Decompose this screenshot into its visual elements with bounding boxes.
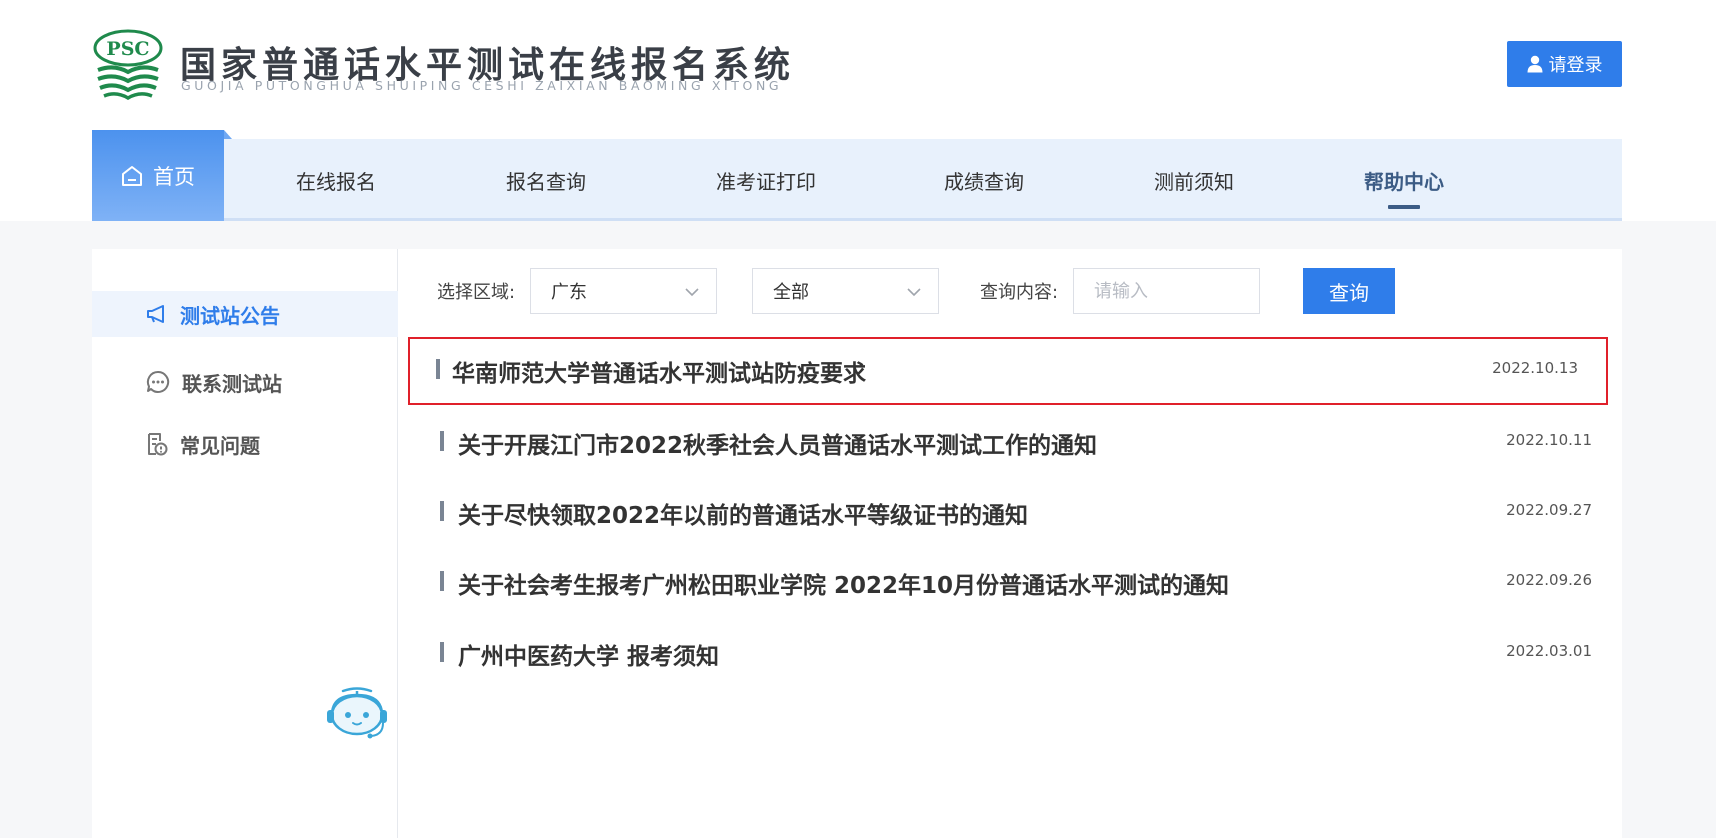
notice-item[interactable]: 华南师范大学普通话水平测试站防疫要求 2022.10.13 [408, 337, 1608, 405]
notice-item[interactable]: 广州中医药大学 报考须知 2022.03.01 [436, 620, 1604, 682]
region-label: 选择区域: [437, 282, 516, 303]
notice-item[interactable]: 关于社会考生报考广州松田职业学院 2022年10月份普通话水平测试的通知 202… [436, 549, 1604, 611]
notice-bullet [436, 359, 440, 379]
query-input[interactable] [1073, 268, 1260, 314]
nav-item-pretest-notes[interactable]: 测前须知 [1154, 139, 1234, 221]
notice-title: 关于开展江门市2022秋季社会人员普通话水平测试工作的通知 [458, 433, 1098, 459]
nav-item-online-registration[interactable]: 在线报名 [296, 139, 376, 221]
sidebar-item-label: 常见问题 [180, 433, 260, 458]
sidebar-item-label: 联系测试站 [182, 371, 282, 396]
home-icon [122, 165, 142, 186]
megaphone-icon [147, 305, 164, 323]
query-label: 查询内容: [980, 282, 1059, 303]
nav-item-score-query[interactable]: 成绩查询 [944, 139, 1024, 221]
category-select-value: 全部 [773, 282, 809, 303]
notice-bullet [440, 501, 444, 521]
region-select-value: 广东 [551, 282, 587, 303]
user-icon [1527, 55, 1542, 73]
notice-title: 广州中医药大学 报考须知 [458, 644, 720, 670]
sidebar-item-contact[interactable]: 联系测试站 [92, 359, 398, 405]
chevron-down-icon [907, 288, 921, 297]
robot-assistant-icon[interactable] [323, 685, 391, 741]
notice-bullet [440, 431, 444, 451]
region-select[interactable]: 广东 [530, 268, 717, 314]
psc-logo: PSC [93, 29, 163, 100]
notice-title: 华南师范大学普通话水平测试站防疫要求 [452, 361, 866, 387]
sidebar-item-faq[interactable]: 常见问题 [92, 421, 398, 467]
notice-date: 2022.09.27 [1506, 501, 1592, 519]
nav-item-help-center[interactable]: 帮助中心 [1364, 139, 1444, 221]
login-button[interactable]: 请登录 [1507, 41, 1622, 87]
notice-date: 2022.10.11 [1506, 431, 1592, 449]
notice-bullet [440, 571, 444, 591]
category-select[interactable]: 全部 [752, 268, 939, 314]
svg-text:PSC: PSC [106, 38, 149, 60]
site-subtitle: GUOJIA PUTONGHUA SHUIPING CESHI ZAIXIAN … [181, 78, 783, 93]
login-label: 请登录 [1548, 55, 1603, 76]
notice-title: 关于社会考生报考广州松田职业学院 2022年10月份普通话水平测试的通知 [458, 573, 1230, 599]
chat-icon [146, 370, 170, 393]
notice-title: 关于尽快领取2022年以前的普通话水平等级证书的通知 [458, 503, 1029, 529]
notice-date: 2022.09.26 [1506, 571, 1592, 589]
notice-item[interactable]: 关于开展江门市2022秋季社会人员普通话水平测试工作的通知 2022.10.11 [436, 409, 1604, 471]
sidebar-item-label: 测试站公告 [180, 303, 280, 328]
notice-bullet [440, 642, 444, 662]
query-button[interactable]: 查询 [1303, 268, 1395, 314]
sidebar-item-announcements[interactable]: 测试站公告 [92, 291, 398, 337]
main-card: 测试站公告 联系测试站 常见问题 选择区域: 广东 全部 查询内容: 请输入 查… [92, 249, 1622, 838]
notice-date: 2022.10.13 [1492, 359, 1578, 377]
notice-item[interactable]: 关于尽快领取2022年以前的普通话水平等级证书的通知 2022.09.27 [436, 479, 1604, 541]
document-question-icon [148, 433, 168, 456]
notice-date: 2022.03.01 [1506, 642, 1592, 660]
nav-item-registration-query[interactable]: 报名查询 [506, 139, 586, 221]
chevron-down-icon [685, 288, 699, 297]
nav-item-admission-ticket[interactable]: 准考证打印 [716, 139, 816, 221]
main-nav: 首页 在线报名 报名查询 准考证打印 成绩查询 测前须知 帮助中心 [92, 130, 1622, 221]
nav-item-home[interactable]: 首页 [92, 130, 232, 221]
nav-home-label: 首页 [153, 164, 195, 189]
sidebar: 测试站公告 联系测试站 常见问题 [92, 249, 398, 838]
